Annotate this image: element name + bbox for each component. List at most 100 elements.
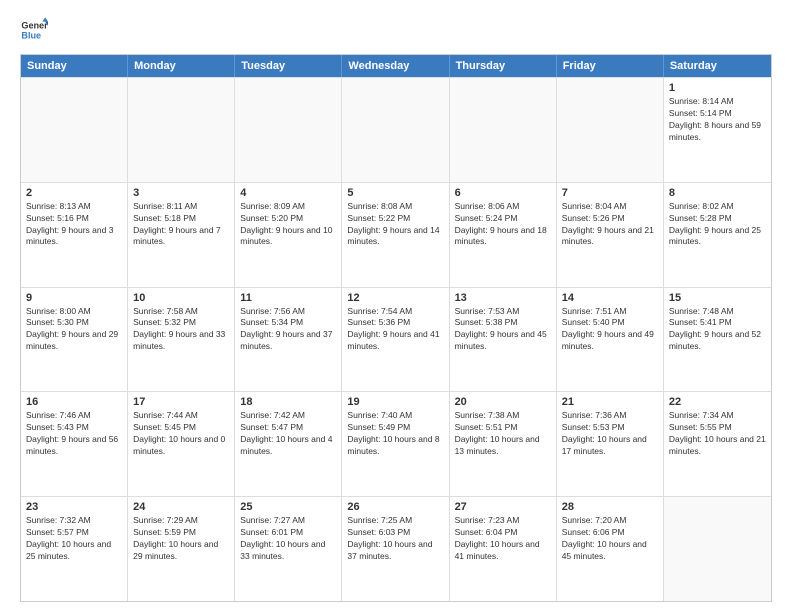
day-sun-info: Sunrise: 8:00 AM Sunset: 5:30 PM Dayligh…	[26, 306, 122, 354]
day-cell-14: 14 Sunrise: 7:51 AM Sunset: 5:40 PM Dayli…	[557, 288, 664, 392]
day-sun-info: Sunrise: 7:58 AM Sunset: 5:32 PM Dayligh…	[133, 306, 229, 354]
day-sun-info: Sunrise: 7:42 AM Sunset: 5:47 PM Dayligh…	[240, 410, 336, 458]
day-number: 26	[347, 501, 443, 513]
day-number: 2	[26, 187, 122, 199]
day-sun-info: Sunrise: 7:34 AM Sunset: 5:55 PM Dayligh…	[669, 410, 766, 458]
day-sun-info: Sunrise: 8:13 AM Sunset: 5:16 PM Dayligh…	[26, 201, 122, 249]
day-number: 13	[455, 292, 551, 304]
day-number: 16	[26, 396, 122, 408]
day-sun-info: Sunrise: 7:36 AM Sunset: 5:53 PM Dayligh…	[562, 410, 658, 458]
day-number: 8	[669, 187, 766, 199]
day-number: 5	[347, 187, 443, 199]
day-header-saturday: Saturday	[664, 55, 771, 77]
page: General Blue SundayMondayTuesdayWednesda…	[0, 0, 792, 612]
day-cell-22: 22 Sunrise: 7:34 AM Sunset: 5:55 PM Dayli…	[664, 392, 771, 496]
day-sun-info: Sunrise: 7:40 AM Sunset: 5:49 PM Dayligh…	[347, 410, 443, 458]
day-cell-3: 3 Sunrise: 8:11 AM Sunset: 5:18 PM Daylig…	[128, 183, 235, 287]
day-sun-info: Sunrise: 8:02 AM Sunset: 5:28 PM Dayligh…	[669, 201, 766, 249]
day-cell-8: 8 Sunrise: 8:02 AM Sunset: 5:28 PM Daylig…	[664, 183, 771, 287]
day-sun-info: Sunrise: 7:56 AM Sunset: 5:34 PM Dayligh…	[240, 306, 336, 354]
day-cell-18: 18 Sunrise: 7:42 AM Sunset: 5:47 PM Dayli…	[235, 392, 342, 496]
day-number: 6	[455, 187, 551, 199]
day-header-wednesday: Wednesday	[342, 55, 449, 77]
day-number: 11	[240, 292, 336, 304]
day-cell-17: 17 Sunrise: 7:44 AM Sunset: 5:45 PM Dayli…	[128, 392, 235, 496]
day-number: 27	[455, 501, 551, 513]
day-number: 25	[240, 501, 336, 513]
day-number: 21	[562, 396, 658, 408]
day-cell-19: 19 Sunrise: 7:40 AM Sunset: 5:49 PM Dayli…	[342, 392, 449, 496]
day-sun-info: Sunrise: 8:11 AM Sunset: 5:18 PM Dayligh…	[133, 201, 229, 249]
day-sun-info: Sunrise: 7:25 AM Sunset: 6:03 PM Dayligh…	[347, 515, 443, 563]
day-cell-26: 26 Sunrise: 7:25 AM Sunset: 6:03 PM Dayli…	[342, 497, 449, 601]
day-cell-empty	[664, 497, 771, 601]
logo: General Blue	[20, 16, 48, 44]
day-number: 19	[347, 396, 443, 408]
day-header-sunday: Sunday	[21, 55, 128, 77]
day-cell-23: 23 Sunrise: 7:32 AM Sunset: 5:57 PM Dayli…	[21, 497, 128, 601]
day-sun-info: Sunrise: 7:32 AM Sunset: 5:57 PM Dayligh…	[26, 515, 122, 563]
day-number: 18	[240, 396, 336, 408]
day-cell-24: 24Sunrise: 7:29 AM Sunset: 5:59 PM Dayli…	[128, 497, 235, 601]
day-sun-info: Sunrise: 8:08 AM Sunset: 5:22 PM Dayligh…	[347, 201, 443, 249]
day-sun-info: Sunrise: 7:54 AM Sunset: 5:36 PM Dayligh…	[347, 306, 443, 354]
day-sun-info: Sunrise: 8:14 AM Sunset: 5:14 PM Dayligh…	[669, 96, 766, 144]
day-cell-25: 25 Sunrise: 7:27 AM Sunset: 6:01 PM Dayli…	[235, 497, 342, 601]
day-cell-empty	[128, 78, 235, 182]
day-number: 20	[455, 396, 551, 408]
day-number: 17	[133, 396, 229, 408]
day-header-monday: Monday	[128, 55, 235, 77]
day-cell-empty	[21, 78, 128, 182]
day-sun-info: Sunrise: 7:23 AM Sunset: 6:04 PM Dayligh…	[455, 515, 551, 563]
day-sun-info: Sunrise: 7:27 AM Sunset: 6:01 PM Dayligh…	[240, 515, 336, 563]
day-number: 4	[240, 187, 336, 199]
day-cell-16: 16 Sunrise: 7:46 AM Sunset: 5:43 PM Dayli…	[21, 392, 128, 496]
header: General Blue	[20, 16, 772, 44]
day-cell-11: 11 Sunrise: 7:56 AM Sunset: 5:34 PM Dayli…	[235, 288, 342, 392]
day-cell-12: 12 Sunrise: 7:54 AM Sunset: 5:36 PM Dayli…	[342, 288, 449, 392]
day-number: 9	[26, 292, 122, 304]
day-sun-info: Sunrise: 8:06 AM Sunset: 5:24 PM Dayligh…	[455, 201, 551, 249]
day-header-tuesday: Tuesday	[235, 55, 342, 77]
day-header-friday: Friday	[557, 55, 664, 77]
day-cell-5: 5 Sunrise: 8:08 AM Sunset: 5:22 PM Daylig…	[342, 183, 449, 287]
day-sun-info: Sunrise: 7:46 AM Sunset: 5:43 PM Dayligh…	[26, 410, 122, 458]
day-number: 3	[133, 187, 229, 199]
day-header-thursday: Thursday	[450, 55, 557, 77]
day-cell-21: 21 Sunrise: 7:36 AM Sunset: 5:53 PM Dayli…	[557, 392, 664, 496]
day-cell-28: 28 Sunrise: 7:20 AM Sunset: 6:06 PM Dayli…	[557, 497, 664, 601]
day-number: 1	[669, 82, 766, 94]
day-number: 28	[562, 501, 658, 513]
day-sun-info: Sunrise: 8:09 AM Sunset: 5:20 PM Dayligh…	[240, 201, 336, 249]
day-number: 22	[669, 396, 766, 408]
svg-text:General: General	[21, 21, 48, 31]
day-sun-info: Sunrise: 7:44 AM Sunset: 5:45 PM Dayligh…	[133, 410, 229, 458]
week-row-5: 23 Sunrise: 7:32 AM Sunset: 5:57 PM Dayli…	[21, 496, 771, 601]
day-number: 15	[669, 292, 766, 304]
day-sun-info: Sunrise: 7:48 AM Sunset: 5:41 PM Dayligh…	[669, 306, 766, 354]
day-cell-4: 4 Sunrise: 8:09 AM Sunset: 5:20 PM Daylig…	[235, 183, 342, 287]
day-sun-info: Sunrise: 7:51 AM Sunset: 5:40 PM Dayligh…	[562, 306, 658, 354]
day-number: 7	[562, 187, 658, 199]
day-sun-info: Sunrise: 7:20 AM Sunset: 6:06 PM Dayligh…	[562, 515, 658, 563]
day-cell-6: 6 Sunrise: 8:06 AM Sunset: 5:24 PM Daylig…	[450, 183, 557, 287]
day-number: 23	[26, 501, 122, 513]
week-row-4: 16 Sunrise: 7:46 AM Sunset: 5:43 PM Dayli…	[21, 391, 771, 496]
week-row-3: 9 Sunrise: 8:00 AM Sunset: 5:30 PM Daylig…	[21, 287, 771, 392]
day-number: 12	[347, 292, 443, 304]
day-sun-info: Sunrise: 7:38 AM Sunset: 5:51 PM Dayligh…	[455, 410, 551, 458]
day-cell-7: 7Sunrise: 8:04 AM Sunset: 5:26 PM Daylig…	[557, 183, 664, 287]
day-sun-info: Sunrise: 7:29 AM Sunset: 5:59 PM Dayligh…	[133, 515, 229, 563]
day-cell-15: 15 Sunrise: 7:48 AM Sunset: 5:41 PM Dayli…	[664, 288, 771, 392]
day-number: 10	[133, 292, 229, 304]
week-row-2: 2 Sunrise: 8:13 AM Sunset: 5:16 PM Daylig…	[21, 182, 771, 287]
calendar-header: SundayMondayTuesdayWednesdayThursdayFrid…	[21, 55, 771, 77]
day-cell-20: 20 Sunrise: 7:38 AM Sunset: 5:51 PM Dayli…	[450, 392, 557, 496]
day-cell-empty	[557, 78, 664, 182]
day-cell-10: 10 Sunrise: 7:58 AM Sunset: 5:32 PM Dayli…	[128, 288, 235, 392]
svg-text:Blue: Blue	[21, 30, 41, 40]
day-cell-2: 2 Sunrise: 8:13 AM Sunset: 5:16 PM Daylig…	[21, 183, 128, 287]
day-number: 14	[562, 292, 658, 304]
day-cell-9: 9 Sunrise: 8:00 AM Sunset: 5:30 PM Daylig…	[21, 288, 128, 392]
day-cell-1: 1 Sunrise: 8:14 AM Sunset: 5:14 PM Daylig…	[664, 78, 771, 182]
